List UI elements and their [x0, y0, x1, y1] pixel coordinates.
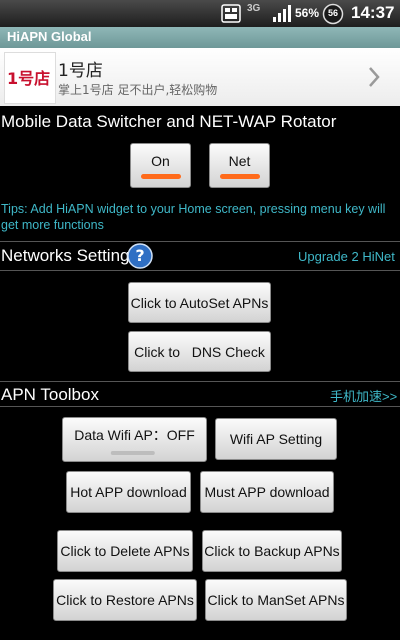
divider — [0, 270, 400, 271]
divider — [0, 241, 400, 242]
net-toggle-label: Net — [228, 152, 251, 169]
dns-check-button[interactable]: Click to DNS Check — [128, 331, 271, 372]
on-indicator — [140, 174, 181, 179]
backup-apns-button[interactable]: Click to Backup APNs — [202, 530, 342, 572]
toolbox-heading: APN Toolbox — [1, 385, 99, 404]
tips-text: Tips: Add HiAPN widget to your Home scre… — [1, 202, 386, 232]
manset-apns-button[interactable]: Click to ManSet APNs — [205, 579, 347, 621]
net-toggle-button[interactable]: Net — [209, 143, 270, 188]
battery-percent: 56% — [295, 6, 320, 20]
must-app-download-button[interactable]: Must APP download — [200, 471, 334, 513]
autoset-apns-button[interactable]: Click to AutoSet APNs — [128, 282, 271, 323]
wifi-ap-setting-button[interactable]: Wifi AP Setting — [215, 418, 337, 460]
ad-banner[interactable]: 1号店 1号店 掌上1号店 足不出户,轻松购物 — [0, 48, 400, 106]
signal-icon — [272, 4, 292, 27]
restore-apns-button[interactable]: Click to Restore APNs — [53, 579, 197, 621]
net-indicator — [219, 174, 260, 179]
hot-app-download-button[interactable]: Hot APP download — [66, 471, 191, 513]
ad-logo-text: 1号店 — [7, 69, 51, 88]
divider — [0, 381, 400, 382]
battery-badge-value: 56 — [327, 8, 338, 18]
help-icon-glyph: ? — [135, 246, 145, 265]
battery-badge-icon: 56 — [322, 3, 344, 25]
data-wifi-ap-indicator — [110, 451, 155, 455]
upgrade-link[interactable]: Upgrade 2 HiNet — [298, 249, 395, 264]
network-type-label: 3G — [247, 3, 261, 14]
accelerate-link[interactable]: 手机加速>> — [330, 386, 397, 405]
app-title-bar: HiAPN Global — [0, 27, 400, 48]
notification-icon — [221, 4, 241, 27]
divider — [0, 406, 400, 407]
on-toggle-label: On — [151, 152, 170, 169]
clock: 14:37 — [351, 3, 395, 22]
app-title: HiAPN Global — [7, 29, 92, 44]
data-wifi-ap-label: Data Wifi AP：OFF — [74, 426, 195, 443]
networks-heading: Networks Setting — [1, 246, 130, 265]
switcher-heading: Mobile Data Switcher and NET-WAP Rotator — [1, 112, 337, 131]
chevron-right-icon[interactable] — [366, 64, 382, 94]
delete-apns-button[interactable]: Click to Delete APNs — [57, 530, 193, 572]
data-wifi-ap-toggle[interactable]: Data Wifi AP：OFF — [62, 417, 207, 462]
ad-name: 1号店 — [58, 61, 103, 81]
ad-description: 掌上1号店 足不出户,轻松购物 — [58, 83, 218, 97]
on-toggle-button[interactable]: On — [130, 143, 191, 188]
status-bar: 3G 56% 56 14:37 — [0, 0, 400, 27]
help-icon[interactable]: ? — [127, 243, 153, 269]
ad-logo: 1号店 — [4, 52, 56, 104]
